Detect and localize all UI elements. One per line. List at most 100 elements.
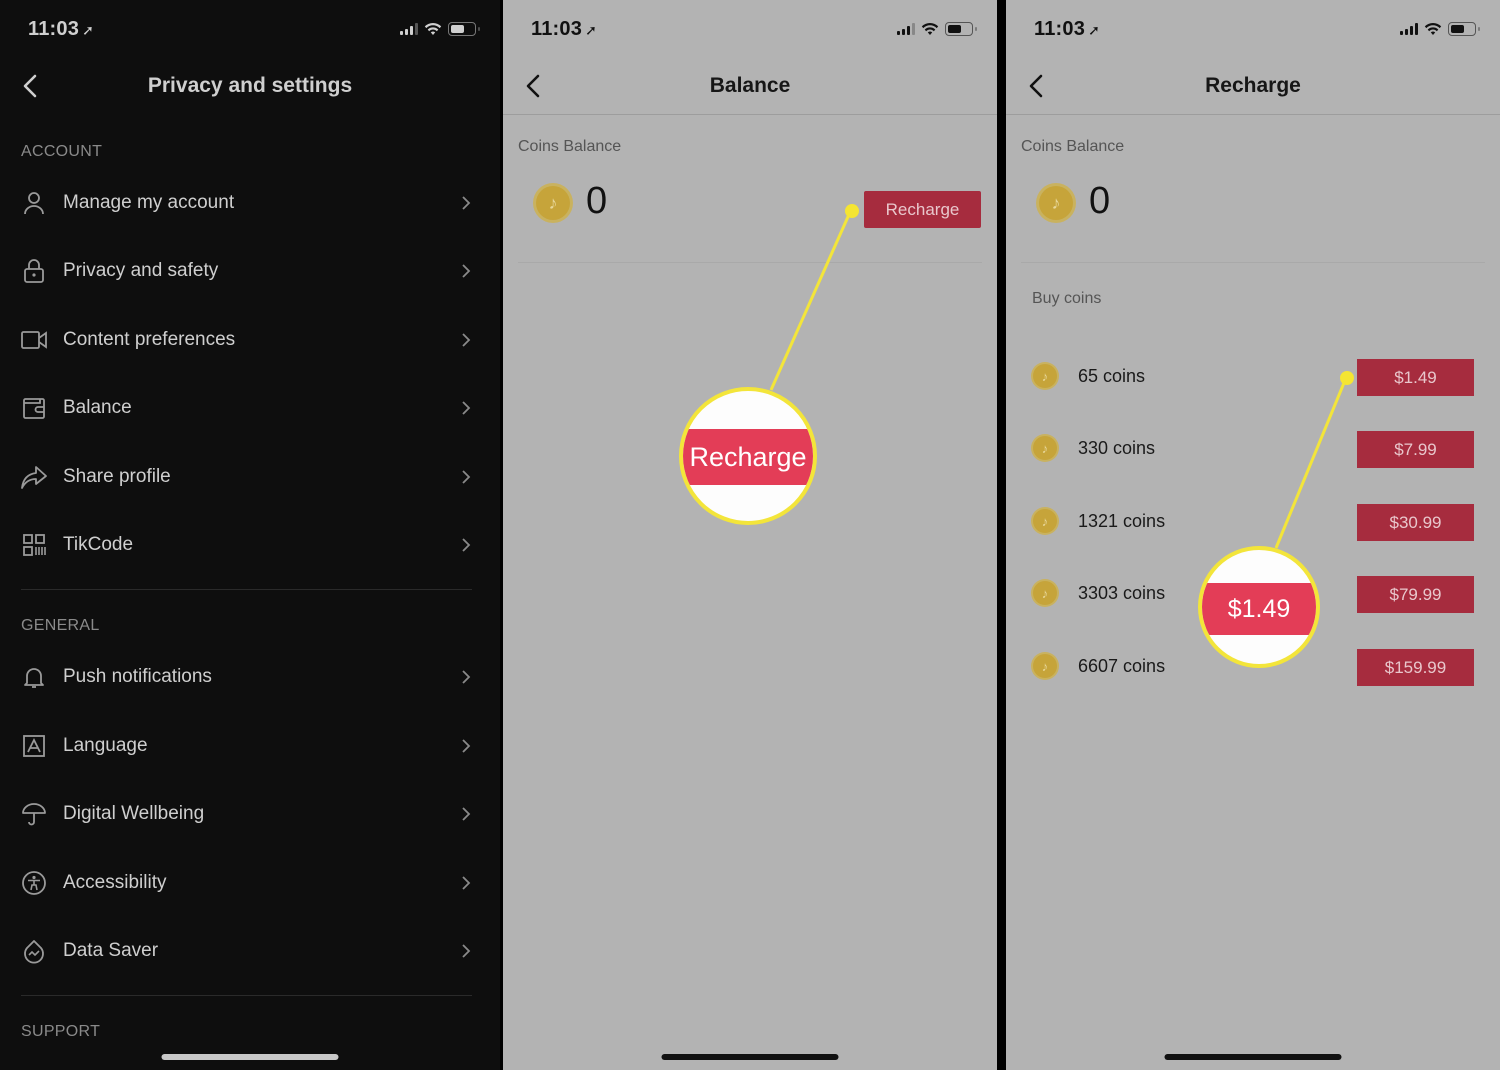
settings-item-share-profile[interactable]: Share profile	[0, 447, 500, 507]
chevron-right-icon	[460, 194, 472, 212]
settings-item-tikcode[interactable]: TikCode	[0, 515, 500, 575]
settings-item-manage-account[interactable]: Manage my account	[0, 173, 500, 233]
buy-package-button[interactable]: $1.49	[1357, 359, 1474, 396]
settings-item-accessibility[interactable]: Accessibility	[0, 853, 500, 913]
settings-item-push-notifications[interactable]: Push notifications	[0, 647, 500, 707]
chevron-right-icon	[460, 874, 472, 892]
home-indicator	[1164, 1054, 1342, 1060]
cellular-signal-icon	[1400, 23, 1418, 35]
wifi-icon	[921, 23, 939, 35]
coin-icon: ♪	[1033, 509, 1057, 533]
accessibility-icon	[21, 870, 47, 896]
chevron-right-icon	[460, 331, 472, 349]
coin-package-amount: 3303 coins	[1078, 583, 1166, 603]
status-bar: 11:03 ➚	[0, 14, 500, 48]
nav-divider	[1006, 114, 1500, 115]
battery-icon	[945, 22, 977, 36]
settings-item-label: Manage my account	[63, 192, 235, 213]
settings-item-label: Push notifications	[63, 666, 212, 687]
magnified-recharge-label: Recharge	[683, 429, 813, 485]
row-divider	[518, 262, 982, 263]
settings-item-balance[interactable]: Balance	[0, 378, 500, 438]
coin-package-amount: 65 coins	[1078, 366, 1146, 386]
section-divider	[21, 995, 472, 996]
settings-item-label: TikCode	[63, 534, 134, 555]
section-label-account: ACCOUNT	[21, 143, 103, 160]
person-icon	[21, 190, 47, 216]
chevron-right-icon	[460, 536, 472, 554]
status-icons	[400, 22, 480, 36]
coin-icon: ♪	[536, 186, 570, 220]
data-saver-icon	[21, 938, 47, 964]
cellular-signal-icon	[897, 23, 915, 35]
status-time: 11:03 ➚	[28, 18, 94, 41]
chevron-right-icon	[460, 262, 472, 280]
buy-package-button[interactable]: $159.99	[1357, 649, 1474, 686]
coin-package-amount: 1321 coins	[1078, 511, 1166, 531]
settings-item-data-saver[interactable]: Data Saver	[0, 921, 500, 981]
recharge-button[interactable]: Recharge	[864, 191, 981, 228]
section-divider	[21, 589, 472, 590]
buy-package-button[interactable]: $7.99	[1357, 431, 1474, 468]
settings-item-language[interactable]: Language	[0, 716, 500, 776]
row-divider	[1021, 262, 1485, 263]
home-indicator	[661, 1054, 839, 1060]
page-title: Privacy and settings	[147, 74, 353, 97]
bell-icon	[21, 664, 47, 690]
coin-icon: ♪	[1033, 581, 1057, 605]
coin-icon: ♪	[1039, 186, 1073, 220]
settings-item-content-preferences[interactable]: Content preferences	[0, 310, 500, 370]
umbrella-icon	[21, 801, 47, 827]
settings-item-label: Content preferences	[63, 329, 236, 350]
chevron-right-icon	[460, 668, 472, 686]
settings-item-label: Digital Wellbeing	[63, 803, 205, 824]
status-time-text: 11:03	[28, 18, 80, 40]
buy-coins-label: Buy coins	[1032, 290, 1102, 307]
settings-item-privacy-safety[interactable]: Privacy and safety	[0, 241, 500, 301]
settings-item-label: Language	[63, 735, 148, 756]
location-arrow-icon: ➚	[82, 22, 94, 38]
share-arrow-icon	[21, 464, 47, 490]
home-indicator	[161, 1054, 339, 1060]
battery-icon	[1448, 22, 1480, 36]
video-camera-icon	[21, 327, 47, 353]
coins-balance-label: Coins Balance	[1021, 138, 1125, 155]
coin-icon: ♪	[1033, 436, 1057, 460]
recharge-screen: 11:03 ➚ Recharge Coins Balance ♪ 0 Buy co…	[1006, 0, 1500, 1070]
location-arrow-icon: ➚	[1088, 22, 1100, 38]
coin-package-amount: 6607 coins	[1078, 656, 1166, 676]
status-icons	[897, 22, 977, 36]
location-arrow-icon: ➚	[585, 22, 597, 38]
buy-package-button[interactable]: $79.99	[1357, 576, 1474, 613]
settings-item-digital-wellbeing[interactable]: Digital Wellbeing	[0, 784, 500, 844]
balance-screen: 11:03 ➚ Balance Coins Balance ♪ 0 Recharg…	[503, 0, 997, 1070]
settings-item-label: Accessibility	[63, 872, 167, 893]
section-label-support: SUPPORT	[21, 1023, 101, 1040]
coins-balance-value: 0	[586, 180, 608, 222]
navigation-bar: Balance	[503, 60, 997, 115]
callout-dot	[845, 204, 859, 218]
lock-icon	[21, 258, 47, 284]
settings-item-label: Privacy and safety	[63, 260, 219, 281]
magnified-price-callout: $1.49	[1198, 546, 1320, 668]
chevron-right-icon	[460, 942, 472, 960]
chevron-right-icon	[460, 805, 472, 823]
language-a-icon	[21, 733, 47, 759]
navigation-bar: Recharge	[1006, 60, 1500, 115]
cellular-signal-icon	[400, 23, 418, 35]
coins-balance-label: Coins Balance	[518, 138, 622, 155]
settings-item-label: Balance	[63, 397, 132, 418]
coin-package-row: ♪ 1321 coins $30.99	[1006, 504, 1500, 541]
coins-balance-value: 0	[1089, 180, 1111, 222]
coin-package-amount: 330 coins	[1078, 438, 1156, 458]
coin-package-row: ♪ 65 coins $1.49	[1006, 359, 1500, 396]
status-icons	[1400, 22, 1480, 36]
page-title: Balance	[709, 74, 791, 97]
status-time: 11:03 ➚	[1034, 18, 1100, 41]
buy-package-button[interactable]: $30.99	[1357, 504, 1474, 541]
magnified-price-label: $1.49	[1202, 583, 1316, 635]
status-time-text: 11:03	[531, 18, 583, 40]
wallet-icon	[21, 395, 47, 421]
nav-divider	[503, 114, 997, 115]
coin-package-row: ♪ 330 coins $7.99	[1006, 431, 1500, 468]
